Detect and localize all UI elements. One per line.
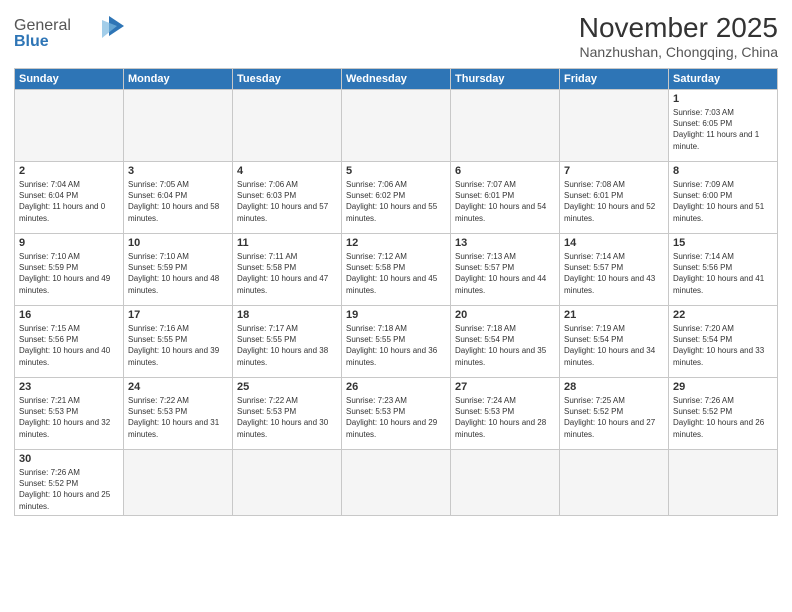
- header-sunday: Sunday: [15, 69, 124, 90]
- empty-cell: [560, 90, 669, 162]
- day-22: 22 Sunrise: 7:20 AMSunset: 5:54 PMDaylig…: [669, 306, 778, 378]
- day-21: 21 Sunrise: 7:19 AMSunset: 5:54 PMDaylig…: [560, 306, 669, 378]
- empty-cell: [451, 450, 560, 516]
- calendar: Sunday Monday Tuesday Wednesday Thursday…: [14, 68, 778, 516]
- sunset-1: Sunset: 6:05 PM: [673, 119, 732, 128]
- day-3: 3 Sunrise: 7:05 AMSunset: 6:04 PMDayligh…: [124, 162, 233, 234]
- month-title: November 2025: [579, 12, 778, 44]
- header: General Blue November 2025 Nanzhushan, C…: [14, 12, 778, 60]
- week-6: 30 Sunrise: 7:26 AMSunset: 5:52 PMDaylig…: [15, 450, 778, 516]
- svg-text:General: General: [14, 17, 71, 34]
- day-13: 13 Sunrise: 7:13 AMSunset: 5:57 PMDaylig…: [451, 234, 560, 306]
- subtitle: Nanzhushan, Chongqing, China: [579, 44, 778, 60]
- empty-cell: [124, 90, 233, 162]
- header-friday: Friday: [560, 69, 669, 90]
- logo: General Blue: [14, 12, 124, 52]
- week-1: 1 Sunrise: 7:03 AM Sunset: 6:05 PM Dayli…: [15, 90, 778, 162]
- header-saturday: Saturday: [669, 69, 778, 90]
- empty-cell: [560, 450, 669, 516]
- day-2: 2 Sunrise: 7:04 AMSunset: 6:04 PMDayligh…: [15, 162, 124, 234]
- day-25: 25 Sunrise: 7:22 AMSunset: 5:53 PMDaylig…: [233, 378, 342, 450]
- empty-cell: [233, 450, 342, 516]
- week-5: 23 Sunrise: 7:21 AMSunset: 5:53 PMDaylig…: [15, 378, 778, 450]
- empty-cell: [669, 450, 778, 516]
- logo-svg: General Blue: [14, 12, 124, 52]
- day-19: 19 Sunrise: 7:18 AMSunset: 5:55 PMDaylig…: [342, 306, 451, 378]
- week-2: 2 Sunrise: 7:04 AMSunset: 6:04 PMDayligh…: [15, 162, 778, 234]
- empty-cell: [342, 90, 451, 162]
- day-18: 18 Sunrise: 7:17 AMSunset: 5:55 PMDaylig…: [233, 306, 342, 378]
- day-24: 24 Sunrise: 7:22 AMSunset: 5:53 PMDaylig…: [124, 378, 233, 450]
- day-28: 28 Sunrise: 7:25 AMSunset: 5:52 PMDaylig…: [560, 378, 669, 450]
- svg-text:Blue: Blue: [14, 33, 49, 50]
- day-1: 1 Sunrise: 7:03 AM Sunset: 6:05 PM Dayli…: [669, 90, 778, 162]
- page: General Blue November 2025 Nanzhushan, C…: [0, 0, 792, 612]
- sunrise-1: Sunrise: 7:03 AM: [673, 108, 734, 117]
- day-11: 11 Sunrise: 7:11 AMSunset: 5:58 PMDaylig…: [233, 234, 342, 306]
- day-23: 23 Sunrise: 7:21 AMSunset: 5:53 PMDaylig…: [15, 378, 124, 450]
- day-30: 30 Sunrise: 7:26 AMSunset: 5:52 PMDaylig…: [15, 450, 124, 516]
- day-27: 27 Sunrise: 7:24 AMSunset: 5:53 PMDaylig…: [451, 378, 560, 450]
- empty-cell: [15, 90, 124, 162]
- day-20: 20 Sunrise: 7:18 AMSunset: 5:54 PMDaylig…: [451, 306, 560, 378]
- week-3: 9 Sunrise: 7:10 AMSunset: 5:59 PMDayligh…: [15, 234, 778, 306]
- empty-cell: [342, 450, 451, 516]
- day-26: 26 Sunrise: 7:23 AMSunset: 5:53 PMDaylig…: [342, 378, 451, 450]
- day-6: 6 Sunrise: 7:07 AMSunset: 6:01 PMDayligh…: [451, 162, 560, 234]
- day-5: 5 Sunrise: 7:06 AMSunset: 6:02 PMDayligh…: [342, 162, 451, 234]
- day-14: 14 Sunrise: 7:14 AMSunset: 5:57 PMDaylig…: [560, 234, 669, 306]
- day-17: 17 Sunrise: 7:16 AMSunset: 5:55 PMDaylig…: [124, 306, 233, 378]
- header-thursday: Thursday: [451, 69, 560, 90]
- day-7: 7 Sunrise: 7:08 AMSunset: 6:01 PMDayligh…: [560, 162, 669, 234]
- title-block: November 2025 Nanzhushan, Chongqing, Chi…: [579, 12, 778, 60]
- day-9: 9 Sunrise: 7:10 AMSunset: 5:59 PMDayligh…: [15, 234, 124, 306]
- header-tuesday: Tuesday: [233, 69, 342, 90]
- header-monday: Monday: [124, 69, 233, 90]
- day-8: 8 Sunrise: 7:09 AMSunset: 6:00 PMDayligh…: [669, 162, 778, 234]
- day-15: 15 Sunrise: 7:14 AMSunset: 5:56 PMDaylig…: [669, 234, 778, 306]
- day-10: 10 Sunrise: 7:10 AMSunset: 5:59 PMDaylig…: [124, 234, 233, 306]
- day-4: 4 Sunrise: 7:06 AMSunset: 6:03 PMDayligh…: [233, 162, 342, 234]
- daylight-1: Daylight: 11 hours and 1 minute.: [673, 130, 759, 150]
- day-16: 16 Sunrise: 7:15 AMSunset: 5:56 PMDaylig…: [15, 306, 124, 378]
- header-wednesday: Wednesday: [342, 69, 451, 90]
- day-12: 12 Sunrise: 7:12 AMSunset: 5:58 PMDaylig…: [342, 234, 451, 306]
- empty-cell: [233, 90, 342, 162]
- weekday-header-row: Sunday Monday Tuesday Wednesday Thursday…: [15, 69, 778, 90]
- day-29: 29 Sunrise: 7:26 AMSunset: 5:52 PMDaylig…: [669, 378, 778, 450]
- empty-cell: [124, 450, 233, 516]
- week-4: 16 Sunrise: 7:15 AMSunset: 5:56 PMDaylig…: [15, 306, 778, 378]
- empty-cell: [451, 90, 560, 162]
